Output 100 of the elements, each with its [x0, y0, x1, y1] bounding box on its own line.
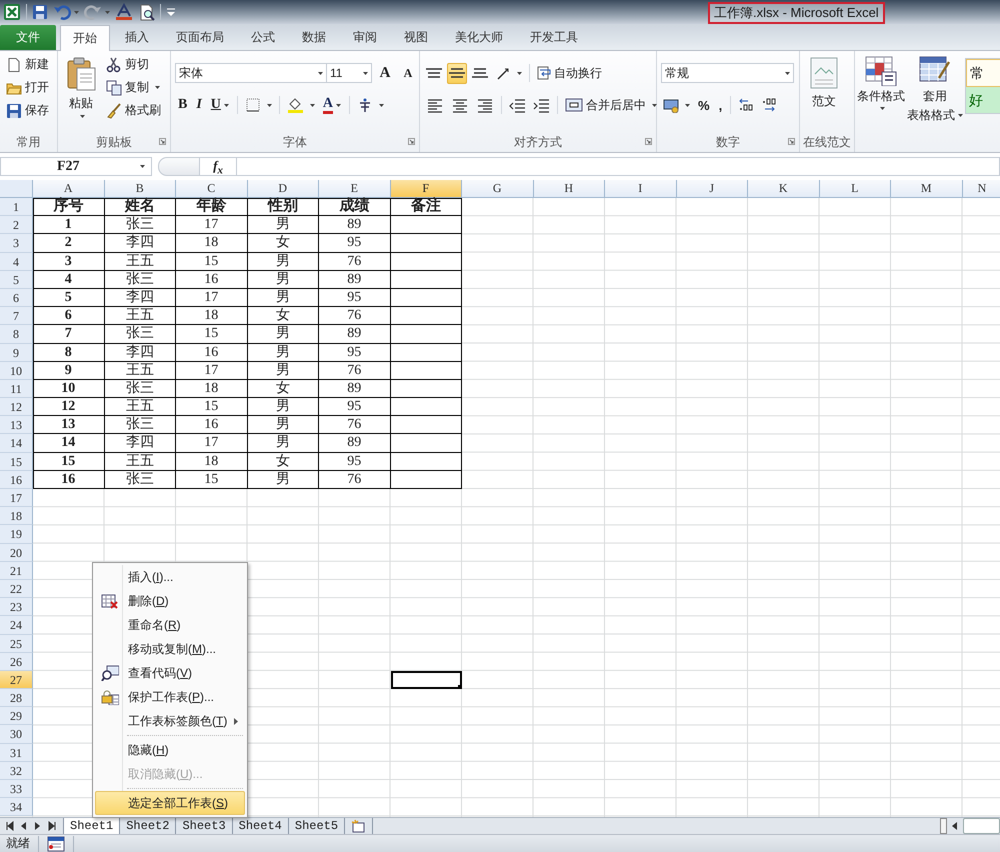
dialog-launcher-button[interactable]: [159, 138, 166, 145]
cell-style-swatch[interactable]: 常: [966, 59, 1000, 87]
row-header[interactable]: 26: [0, 652, 33, 671]
row-header[interactable]: 17: [0, 489, 33, 508]
ribbon-tab[interactable]: 数据: [290, 25, 338, 50]
dialog-launcher-button[interactable]: [788, 138, 795, 145]
name-box[interactable]: F27: [0, 157, 152, 176]
row-header[interactable]: 16: [0, 470, 33, 489]
last-sheet-button[interactable]: [47, 821, 57, 831]
font-color-button[interactable]: A: [320, 94, 344, 116]
conditional-format-button[interactable]: 条件格式: [857, 54, 905, 112]
column-header[interactable]: C: [176, 180, 248, 198]
column-header[interactable]: E: [319, 180, 390, 198]
row-header[interactable]: 31: [0, 744, 33, 762]
row-header[interactable]: 28: [0, 689, 33, 708]
row-header[interactable]: 25: [0, 634, 33, 653]
column-header[interactable]: D: [248, 180, 319, 198]
row-header[interactable]: 14: [0, 434, 33, 453]
row-header[interactable]: 34: [0, 798, 33, 816]
copy-button[interactable]: 复制: [104, 77, 163, 98]
open-button[interactable]: 打开: [4, 77, 51, 98]
row-header[interactable]: 29: [0, 707, 33, 726]
row-header[interactable]: 32: [0, 762, 33, 780]
column-header[interactable]: H: [534, 180, 605, 198]
ribbon-tab[interactable]: 页面布局: [164, 25, 236, 50]
font-size-field[interactable]: 11: [326, 63, 372, 83]
dialog-launcher-button[interactable]: [645, 138, 652, 145]
ribbon-tab[interactable]: 开发工具: [518, 25, 590, 50]
menu-item[interactable]: 查看代码(V): [95, 661, 245, 685]
previous-sheet-button[interactable]: [19, 821, 29, 831]
italic-button[interactable]: I: [193, 94, 205, 116]
ribbon-tab[interactable]: 公式: [239, 25, 287, 50]
menu-item[interactable]: 选定全部工作表(S): [95, 791, 245, 815]
table-format-button[interactable]: 套用 表格格式: [907, 54, 963, 126]
row-header[interactable]: 15: [0, 452, 33, 471]
ribbon-tab[interactable]: 开始: [60, 25, 110, 51]
menu-item[interactable]: 隐藏(H): [95, 738, 245, 762]
menu-item[interactable]: 保护工作表(P)...: [95, 685, 245, 709]
row-header[interactable]: 22: [0, 580, 33, 598]
percent-button[interactable]: %: [695, 94, 713, 116]
row-header[interactable]: 11: [0, 380, 33, 398]
column-header[interactable]: K: [748, 180, 820, 198]
menu-item[interactable]: 删除(D): [95, 589, 245, 613]
split-handle[interactable]: [940, 818, 947, 834]
column-header[interactable]: N: [962, 180, 1000, 198]
save-button[interactable]: [32, 2, 48, 22]
wrap-text-button[interactable]: 自动换行: [535, 62, 604, 84]
sheet-tab[interactable]: Sheet1: [63, 818, 120, 834]
active-cell[interactable]: [390, 670, 462, 690]
shrink-font-button[interactable]: A: [398, 63, 418, 83]
number-format-field[interactable]: 常规: [661, 63, 794, 83]
save-button[interactable]: 保存: [4, 100, 51, 121]
dialog-launcher-button[interactable]: [408, 138, 415, 145]
column-header[interactable]: A: [33, 180, 104, 198]
essay-button[interactable]: 范文: [804, 54, 844, 112]
ribbon-tab[interactable]: 视图: [392, 25, 440, 50]
column-header[interactable]: F: [390, 180, 462, 198]
column-header[interactable]: M: [891, 180, 962, 198]
column-header[interactable]: B: [104, 180, 176, 198]
new-button[interactable]: 新建: [4, 54, 51, 75]
merge-center-button[interactable]: 合并后居中: [563, 94, 659, 116]
splitter-handle[interactable]: [158, 157, 200, 176]
row-header[interactable]: 1: [0, 198, 33, 216]
menu-item[interactable]: 工作表标签颜色(T): [95, 709, 245, 733]
row-header[interactable]: 12: [0, 398, 33, 416]
row-header[interactable]: 4: [0, 252, 33, 271]
row-header[interactable]: 2: [0, 216, 33, 234]
column-header[interactable]: J: [676, 180, 748, 198]
record-macro-button[interactable]: [47, 836, 65, 852]
row-header[interactable]: 27: [0, 670, 33, 690]
row-header[interactable]: 24: [0, 616, 33, 634]
row-header[interactable]: 5: [0, 270, 33, 289]
column-header[interactable]: G: [462, 180, 534, 198]
row-header[interactable]: 30: [0, 725, 33, 744]
scrollbar-thumb[interactable]: [963, 818, 1000, 834]
grow-font-button[interactable]: A: [375, 63, 395, 83]
cell-style-swatch[interactable]: 好: [966, 87, 1000, 113]
cut-button[interactable]: 剪切: [104, 54, 163, 75]
row-header[interactable]: 20: [0, 544, 33, 562]
row-header[interactable]: 19: [0, 525, 33, 544]
row-header[interactable]: 18: [0, 507, 33, 526]
file-tab[interactable]: 文件: [0, 25, 56, 50]
ribbon-tab[interactable]: 插入: [113, 25, 161, 50]
font-color-button[interactable]: [115, 2, 133, 22]
row-header[interactable]: 23: [0, 598, 33, 616]
column-header[interactable]: L: [820, 180, 891, 198]
row-header[interactable]: 3: [0, 234, 33, 253]
print-preview-button[interactable]: [138, 2, 155, 22]
row-header[interactable]: 13: [0, 416, 33, 434]
menu-item[interactable]: 插入(I)...: [95, 565, 245, 589]
row-header[interactable]: 6: [0, 288, 33, 308]
row-header[interactable]: 8: [0, 325, 33, 344]
ribbon-tab[interactable]: 美化大师: [443, 25, 515, 50]
formula-input[interactable]: [236, 157, 1000, 176]
underline-button[interactable]: U: [208, 94, 232, 116]
font-name-field[interactable]: 宋体: [175, 63, 327, 83]
menu-item[interactable]: 重命名(R): [95, 613, 245, 637]
row-header[interactable]: 21: [0, 562, 33, 580]
align-middle-button[interactable]: [447, 62, 467, 84]
row-header[interactable]: 10: [0, 362, 33, 380]
